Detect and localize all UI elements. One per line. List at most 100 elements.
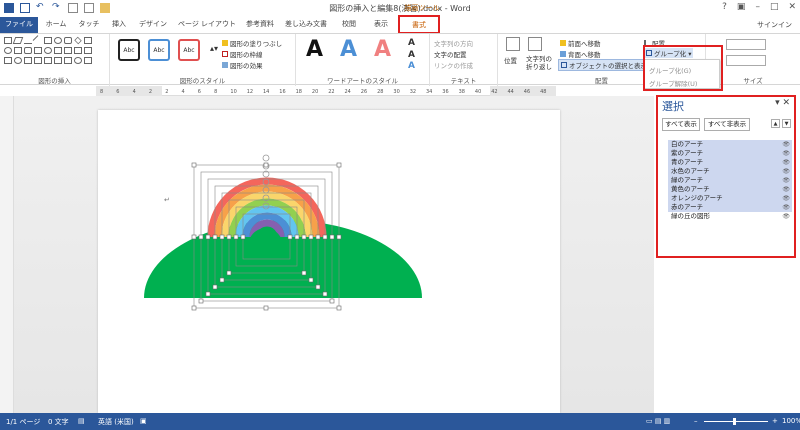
create-link-button[interactable]: リンクの作成: [434, 60, 473, 70]
style-swatch-blue[interactable]: Abc: [148, 39, 170, 61]
height-field[interactable]: [726, 39, 766, 50]
tab-view[interactable]: 表示: [366, 17, 396, 33]
tab-touch[interactable]: タッチ: [74, 17, 104, 33]
selection-pane-button[interactable]: オブジェクトの選択と表示: [558, 59, 650, 71]
eye-icon[interactable]: 👁: [782, 185, 790, 194]
tab-file[interactable]: ファイル: [0, 17, 38, 33]
list-item[interactable]: 青のアーチ 👁: [668, 158, 792, 167]
document-page: ↵: [98, 110, 560, 413]
eye-icon[interactable]: 👁: [782, 194, 790, 203]
wordart-black[interactable]: A: [306, 37, 323, 62]
tab-page-layout[interactable]: ページ レイアウト: [174, 17, 240, 33]
eye-icon[interactable]: 👁: [782, 149, 790, 158]
macro-icon[interactable]: ▣: [140, 417, 147, 425]
width-field[interactable]: [726, 55, 766, 66]
close-button[interactable]: ✕: [788, 2, 796, 12]
view-buttons[interactable]: ▭ ▤ ▥: [646, 417, 670, 425]
minimize-button[interactable]: –: [755, 2, 760, 12]
shape-effects-button[interactable]: 図形の効果: [222, 60, 263, 70]
zoom-level[interactable]: 100%: [782, 417, 800, 425]
text-fill-icon[interactable]: A: [408, 38, 415, 48]
list-item[interactable]: 白のアーチ 👁: [668, 140, 792, 149]
list-item-label: 青のアーチ: [671, 158, 704, 166]
pane-close-icon[interactable]: ▾ ✕: [775, 98, 790, 108]
shape-fill-icon: [222, 40, 228, 46]
ruler-label: 38: [459, 89, 465, 95]
eye-icon[interactable]: 👁: [782, 140, 790, 149]
ribbon-tabs: ファイル ホーム タッチ 挿入 デザイン ページ レイアウト 参考資料 差し込み…: [0, 15, 800, 34]
eye-icon[interactable]: 👁: [782, 203, 790, 212]
zoom-slider[interactable]: [704, 421, 768, 422]
list-item[interactable]: 赤のアーチ 👁: [668, 203, 792, 212]
help-button[interactable]: ?: [722, 2, 727, 12]
text-effects-icon[interactable]: A: [408, 61, 415, 71]
tab-review[interactable]: 校閲: [334, 17, 364, 33]
ruler-label: 46: [524, 89, 530, 95]
list-item[interactable]: 緑の丘の図形 👁: [668, 212, 792, 221]
ruler-label: 20: [312, 89, 318, 95]
list-item[interactable]: 緑のアーチ 👁: [668, 176, 792, 185]
tab-references[interactable]: 参考資料: [242, 17, 278, 33]
list-item[interactable]: 紫のアーチ 👁: [668, 149, 792, 158]
wrap-text-line2[interactable]: 折り返し: [526, 61, 552, 71]
style-swatch-black[interactable]: Abc: [118, 39, 140, 61]
wordart-blue[interactable]: A: [340, 37, 357, 62]
shapes-gallery[interactable]: [4, 35, 108, 71]
text-direction-button[interactable]: 文字列の方向: [434, 38, 473, 48]
paragraph-mark-icon: ↵: [164, 196, 170, 204]
bring-forward-button[interactable]: 前面へ移動: [560, 38, 601, 48]
style-gallery-scroll-icon[interactable]: ▴▾: [210, 44, 218, 53]
zoom-in-icon[interactable]: +: [772, 417, 778, 425]
text-align-button[interactable]: 文字の配置: [434, 49, 467, 59]
tab-insert[interactable]: 挿入: [106, 17, 132, 33]
ribbon-display-button[interactable]: ▣: [737, 2, 746, 12]
show-all-button[interactable]: すべて表示: [662, 118, 700, 131]
ruler-label: 44: [508, 89, 514, 95]
shape-outline-button[interactable]: 図形の枠線: [222, 49, 263, 59]
tab-mailings[interactable]: 差し込み文書: [280, 17, 332, 33]
list-item[interactable]: 水色のアーチ 👁: [668, 167, 792, 176]
proofing-icon[interactable]: ▤: [78, 417, 85, 425]
ruler-label: 22: [328, 89, 334, 95]
wordart-red[interactable]: A: [374, 37, 391, 62]
group-highlight-box: [643, 45, 723, 91]
bring-forward-arrow-icon[interactable]: ▲: [771, 119, 780, 128]
status-bar: 1/1 ページ 0 文字 ▤ 英語 (米国) ▣ ▭ ▤ ▥ – + 100%: [0, 413, 800, 430]
maximize-button[interactable]: □: [770, 2, 779, 12]
ruler-label: 4: [133, 89, 136, 95]
ruler-label: 10: [230, 89, 236, 95]
ruler-label: 18: [296, 89, 302, 95]
drawing-tools-context-title: 描画ツール: [404, 4, 440, 12]
ruler-label: 8: [214, 89, 217, 95]
eye-icon[interactable]: 👁: [782, 167, 790, 176]
ruler-label: 8: [100, 89, 103, 95]
position-button[interactable]: 位置: [504, 55, 517, 65]
ruler-label: 26: [361, 89, 367, 95]
tab-design[interactable]: デザイン: [134, 17, 172, 33]
zoom-slider-thumb[interactable]: [733, 418, 736, 425]
sign-in-link[interactable]: サインイン: [757, 20, 792, 30]
list-item[interactable]: オレンジのアーチ 👁: [668, 194, 792, 203]
ruler-label: 36: [442, 89, 448, 95]
shape-fill-button[interactable]: 図形の塗りつぶし: [222, 38, 282, 48]
zoom-out-icon[interactable]: –: [694, 417, 698, 425]
bring-forward-label: 前面へ移動: [568, 40, 601, 48]
hide-all-button[interactable]: すべて非表示: [704, 118, 750, 131]
eye-icon[interactable]: 👁: [782, 212, 790, 221]
list-item[interactable]: 黄色のアーチ 👁: [668, 185, 792, 194]
group-label-insert-shapes: 図形の挿入: [38, 77, 71, 85]
send-backward-button[interactable]: 背面へ移動: [560, 49, 601, 59]
tab-home[interactable]: ホーム: [40, 17, 72, 33]
send-backward-arrow-icon[interactable]: ▼: [782, 119, 791, 128]
eye-icon[interactable]: 👁: [782, 158, 790, 167]
status-word-count[interactable]: 0 文字: [48, 417, 69, 427]
shape-effects-label: 図形の効果: [230, 62, 263, 70]
status-language[interactable]: 英語 (米国): [98, 417, 134, 427]
style-swatch-red[interactable]: Abc: [178, 39, 200, 61]
text-outline-icon[interactable]: A: [408, 50, 415, 60]
status-page[interactable]: 1/1 ページ: [6, 417, 40, 427]
ruler-label: 48: [540, 89, 546, 95]
tab-format[interactable]: 書式: [398, 15, 440, 34]
send-backward-icon: [560, 51, 566, 57]
eye-icon[interactable]: 👁: [782, 176, 790, 185]
